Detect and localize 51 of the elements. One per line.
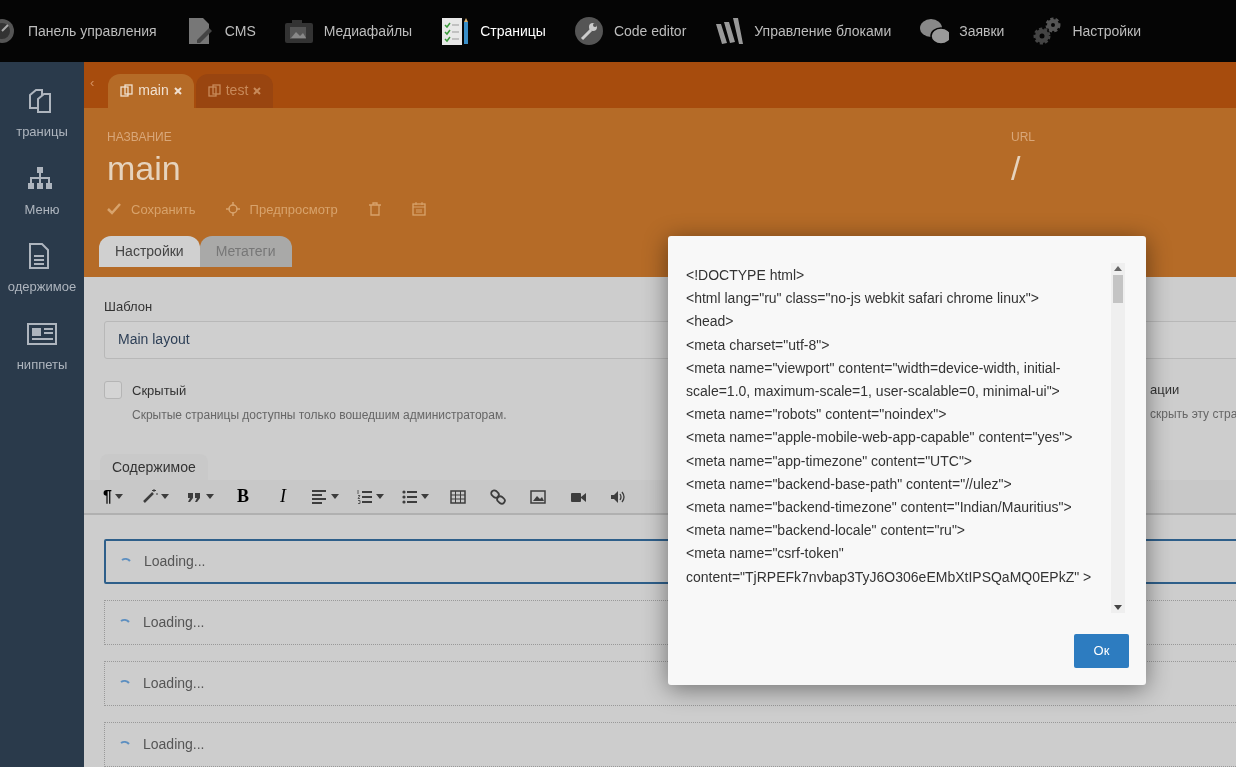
sidebar-item[interactable]: траницы — [16, 122, 68, 142]
content-block[interactable]: Loading... — [104, 722, 1236, 767]
image-icon — [530, 488, 546, 505]
content-tab[interactable]: Содержимое — [100, 454, 208, 480]
hint-text: Скрытые страницы доступны только вошедшим администраторам. — [132, 407, 507, 424]
url-label: URL — [1011, 129, 1035, 144]
wrench-icon — [573, 16, 604, 46]
magic-wand-icon — [142, 488, 158, 505]
nav-item[interactable]: Панель управления — [0, 16, 157, 46]
nav-item[interactable]: Code editor — [573, 16, 687, 46]
nav-item[interactable]: Управление блоками — [714, 16, 892, 46]
chat-bubbles-icon — [919, 16, 950, 46]
template-label: Шаблон — [104, 298, 153, 315]
bullet-list-icon — [402, 488, 418, 505]
toolbar-button[interactable]: B — [224, 481, 262, 512]
link-icon — [490, 488, 506, 505]
scroll-down-icon[interactable] — [1114, 605, 1122, 610]
checkbox-label: Скрытый — [132, 381, 187, 400]
scroll-thumb[interactable] — [1113, 275, 1123, 303]
stripes-logo-icon — [714, 16, 745, 46]
pages-icon — [207, 84, 221, 98]
newspaper-icon[interactable] — [27, 320, 57, 347]
page-name: main — [107, 147, 182, 188]
scroll-up-icon[interactable] — [1114, 266, 1122, 271]
nav-item[interactable]: Страницы — [440, 16, 546, 46]
sidebar-item[interactable]: одержимое — [7, 277, 77, 297]
table-icon — [450, 488, 466, 505]
document-tab[interactable]: main — [108, 73, 194, 108]
checklist-icon — [440, 16, 471, 46]
form-tab[interactable]: Настройки — [99, 236, 200, 268]
code-text: <!DOCTYPE html> <html lang="ru" class="no-js webkit safari chrome linux"> <head> <meta charset="utf-8"> <meta name="viewport" content="width=device-width, initial-scale=1.0, maximum-scale=1, user-scalable=0, minimal-ui"> <meta name="robots" content="noindex"> <meta name="apple-mobile-web-app-capable" content="yes"> <meta name="app-timezone" content="UTC"> <meta name="backend-base-path" content="//ulez"> <meta name="backend-timezone" content="Indian/Mauritius"> <meta name="backend-locale" content="ru"> <meta name="csrf-token" content="TjRPEFk7nvbap3TyJ6O306eEMbXtIPSQaMQ0EPkZ" > — [685, 266, 1093, 587]
name-label: НАЗВАНИЕ — [107, 129, 173, 144]
nav-item[interactable]: Заявки — [919, 16, 1005, 46]
sidebar-item[interactable]: Меню — [24, 199, 60, 219]
sidebar-item[interactable]: ниппеты — [16, 354, 68, 374]
nav-item[interactable]: CMS — [184, 16, 256, 46]
ok-button[interactable]: Ок — [1074, 634, 1129, 668]
page-url: / — [1011, 147, 1022, 188]
checkbox-label: ации — [1150, 380, 1180, 399]
nav-item[interactable]: Медиафайлы — [283, 16, 413, 46]
toolbar-button[interactable]: ¶ — [94, 481, 132, 512]
gears-icon — [1032, 16, 1063, 46]
pages-icon — [120, 84, 134, 98]
checkbox[interactable] — [104, 381, 122, 400]
align-left-icon — [312, 488, 328, 505]
scrollbar[interactable] — [1111, 263, 1125, 613]
numbered-list-icon — [357, 488, 373, 505]
toolbar-button[interactable]: I — [264, 481, 302, 512]
crosshair-icon — [225, 202, 240, 217]
check-icon — [107, 202, 121, 217]
nav-item[interactable]: Настройки — [1032, 16, 1142, 46]
